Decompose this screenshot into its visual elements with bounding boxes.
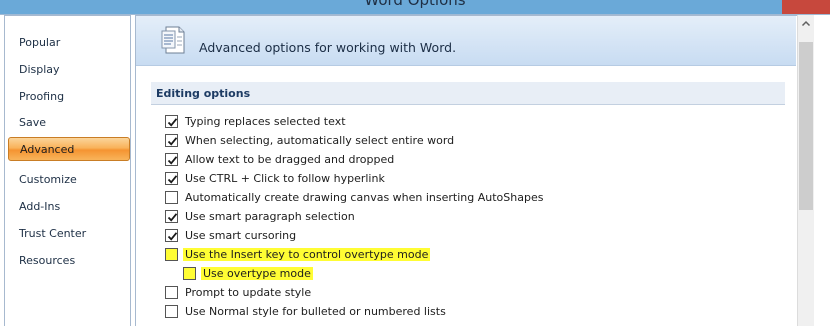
banner: Advanced options for working with Word. <box>136 16 796 66</box>
checkbox[interactable] <box>165 115 178 128</box>
checkmark-icon <box>167 232 178 241</box>
scroll-thumb[interactable] <box>799 42 813 210</box>
option-label: When selecting, automatically select ent… <box>185 134 455 147</box>
checkbox[interactable] <box>165 134 178 147</box>
option-label: Prompt to update style <box>185 286 312 299</box>
section-title: Editing options <box>156 87 251 100</box>
checkbox[interactable] <box>165 286 178 299</box>
sidebar-item-display[interactable]: Display <box>5 58 129 82</box>
right-edge <box>814 15 830 326</box>
sidebar: Popular Display Proofing Save Advanced C… <box>4 15 131 326</box>
sidebar-item-customize[interactable]: Customize <box>5 168 129 192</box>
checkmark-icon <box>167 137 178 146</box>
sidebar-item-proofing[interactable]: Proofing <box>5 85 129 109</box>
option-label: Use smart paragraph selection <box>185 210 355 223</box>
sidebar-item-add-ins[interactable]: Add-Ins <box>5 195 129 219</box>
banner-title: Advanced options for working with Word. <box>199 40 457 55</box>
checkmark-icon <box>167 156 178 165</box>
checkbox[interactable] <box>165 191 178 204</box>
section-header-editing-options: Editing options <box>151 82 785 105</box>
sidebar-item-resources[interactable]: Resources <box>5 249 129 273</box>
checkbox[interactable] <box>183 267 196 280</box>
checkbox[interactable] <box>165 172 178 185</box>
checkmark-icon <box>167 175 178 184</box>
scroll-up-arrow-icon[interactable] <box>798 15 814 32</box>
checkbox[interactable] <box>165 153 178 166</box>
option-label: Allow text to be dragged and dropped <box>185 153 395 166</box>
option-label: Automatically create drawing canvas when… <box>185 191 544 204</box>
option-label: Use overtype mode <box>201 267 313 280</box>
option-label: Use the Insert key to control overtype m… <box>183 248 431 261</box>
checkbox[interactable] <box>165 248 178 261</box>
title-bar: Word Options <box>0 0 830 14</box>
checkmark-icon <box>167 213 178 222</box>
sidebar-item-trust-center[interactable]: Trust Center <box>5 222 129 246</box>
option-label: Use CTRL + Click to follow hyperlink <box>185 172 385 185</box>
document-options-icon <box>160 25 186 55</box>
close-button[interactable] <box>782 0 830 14</box>
sidebar-item-popular[interactable]: Popular <box>5 31 129 55</box>
sidebar-item-advanced[interactable]: Advanced <box>8 137 130 161</box>
option-label: Typing replaces selected text <box>185 115 346 128</box>
sidebar-item-save[interactable]: Save <box>5 111 129 135</box>
option-label: Use smart cursoring <box>185 229 297 242</box>
vertical-scrollbar[interactable] <box>797 15 814 326</box>
window-title: Word Options <box>364 0 466 9</box>
option-label: Use Normal style for bulleted or numbere… <box>185 305 446 318</box>
checkbox[interactable] <box>165 229 178 242</box>
checkbox[interactable] <box>165 305 178 318</box>
checkmark-icon <box>167 118 178 127</box>
checkbox[interactable] <box>165 210 178 223</box>
